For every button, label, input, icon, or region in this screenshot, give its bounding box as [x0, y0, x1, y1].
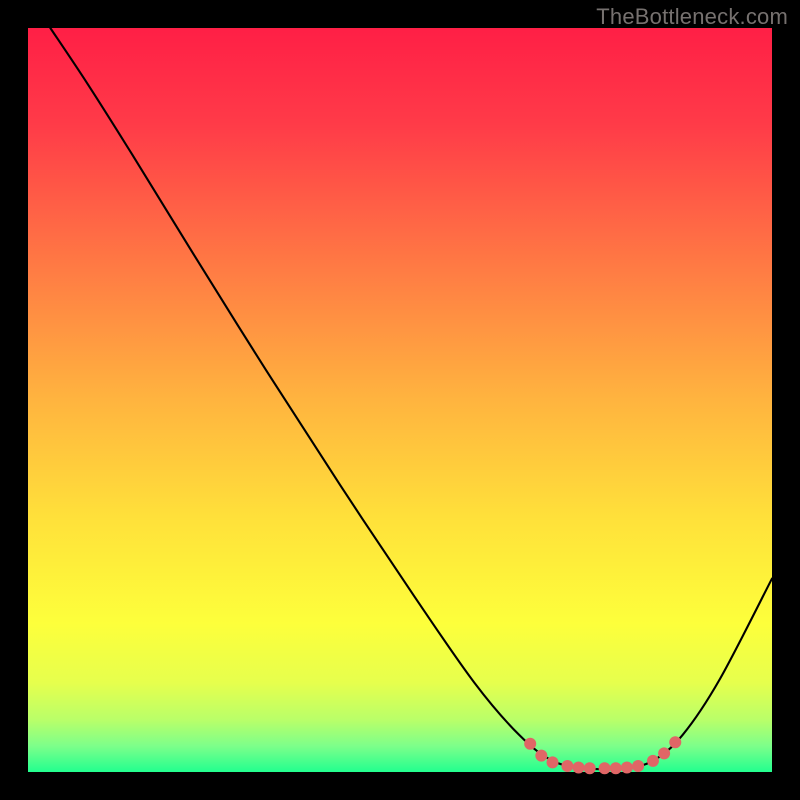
marker-dot — [632, 760, 644, 772]
watermark-text: TheBottleneck.com — [596, 4, 788, 30]
chart-container: { "watermark": "TheBottleneck.com", "cha… — [0, 0, 800, 800]
marker-dot — [621, 762, 633, 774]
marker-dot — [584, 762, 596, 774]
marker-dot — [547, 756, 559, 768]
marker-dot — [573, 762, 585, 774]
chart-svg — [0, 0, 800, 800]
marker-dot — [561, 760, 573, 772]
marker-dot — [669, 736, 681, 748]
plot-background — [28, 28, 772, 772]
marker-dot — [535, 750, 547, 762]
marker-dot — [599, 762, 611, 774]
marker-dot — [647, 755, 659, 767]
marker-dot — [524, 738, 536, 750]
marker-dot — [658, 747, 670, 759]
marker-dot — [610, 762, 622, 774]
